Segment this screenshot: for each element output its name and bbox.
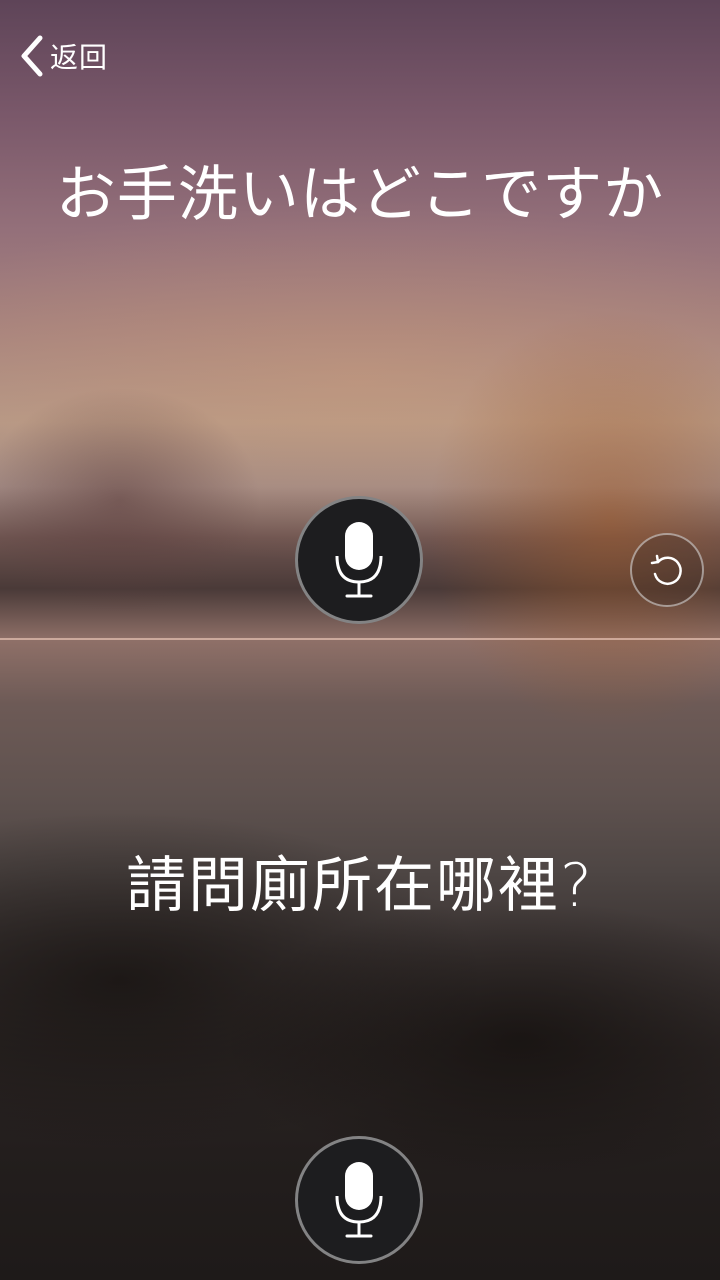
back-button[interactable]: 返回 <box>16 32 108 80</box>
source-phrase: お手洗いはどこですか <box>55 160 665 230</box>
translated-phrase: 請問廁所在哪裡? <box>126 851 594 921</box>
back-label: 返回 <box>50 41 109 74</box>
rotate-ccw-icon <box>650 554 682 585</box>
target-mic-button[interactable] <box>295 1136 423 1264</box>
section-divider <box>0 638 720 640</box>
translator-screen: 返回 お手洗いはどこですか 請問廁所在哪裡? <box>0 0 720 1280</box>
microphone-icon <box>335 522 383 598</box>
source-mic-button[interactable] <box>295 496 423 624</box>
reset-button[interactable] <box>630 533 704 607</box>
chevron-left-icon <box>21 35 43 77</box>
microphone-icon <box>335 1162 383 1238</box>
